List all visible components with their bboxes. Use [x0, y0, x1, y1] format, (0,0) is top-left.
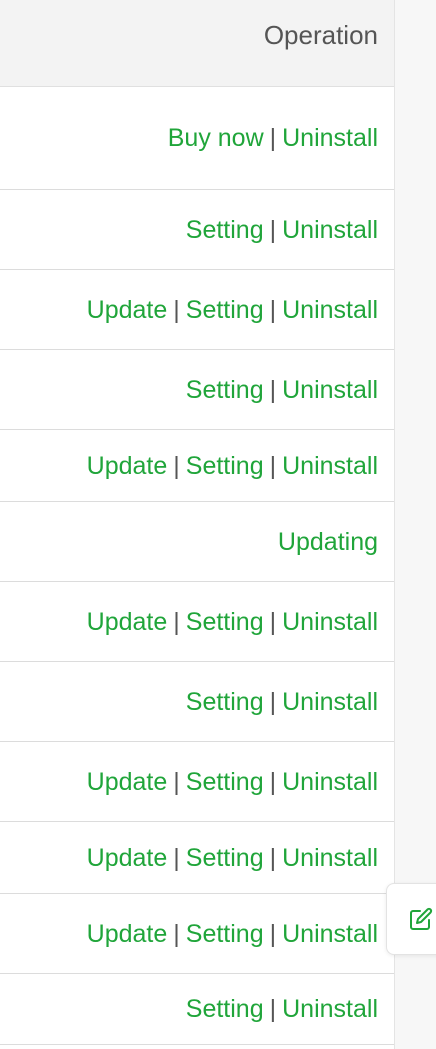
row-operations: Setting | Uninstall	[186, 214, 378, 246]
table-row: Update | Setting | Uninstall	[0, 822, 394, 894]
row-operations: Update | Setting | Uninstall	[87, 450, 378, 482]
uninstall-link[interactable]: Uninstall	[282, 995, 378, 1023]
action-separator: |	[269, 215, 277, 244]
uninstall-link[interactable]: Uninstall	[282, 296, 378, 324]
row-operations: Setting | Uninstall	[186, 993, 378, 1025]
action-separator: |	[173, 767, 180, 796]
action-separator: |	[269, 767, 277, 796]
update-link[interactable]: Update	[87, 844, 168, 872]
setting-link[interactable]: Setting	[186, 768, 264, 796]
action-separator: |	[269, 687, 277, 716]
table-row: Setting | Uninstall	[0, 662, 394, 742]
action-separator: |	[173, 607, 180, 636]
updating-link[interactable]: Updating	[278, 528, 378, 556]
operation-column-header: Operation	[263, 20, 378, 50]
setting-link[interactable]: Setting	[186, 216, 264, 244]
uninstall-link[interactable]: Uninstall	[282, 920, 378, 948]
update-link[interactable]: Update	[87, 608, 168, 636]
uninstall-link[interactable]: Uninstall	[282, 376, 378, 404]
table-row: Buy now | Uninstall	[0, 86, 394, 190]
row-operations: Buy now | Uninstall	[168, 122, 378, 154]
action-separator: |	[269, 123, 277, 152]
plugin-table: Operation Buy now | Uninstall Setting | Unins…	[0, 0, 395, 1049]
setting-link[interactable]: Setting	[186, 296, 264, 324]
update-link[interactable]: Update	[87, 768, 168, 796]
row-operations: Updating	[278, 526, 378, 558]
table-row: Setting | Uninstall	[0, 350, 394, 430]
action-separator: |	[269, 919, 277, 948]
setting-link[interactable]: Setting	[186, 376, 264, 404]
action-separator: |	[269, 843, 277, 872]
action-separator: |	[173, 919, 180, 948]
row-operations: Setting | Uninstall	[186, 374, 378, 406]
update-link[interactable]: Update	[87, 920, 168, 948]
setting-link[interactable]: Setting	[186, 844, 264, 872]
table-row: Update | Setting | Uninstall	[0, 742, 394, 822]
row-operations: Update | Setting | Uninstall	[87, 842, 378, 874]
row-operations: Update | Setting | Uninstall	[87, 766, 378, 798]
setting-link[interactable]: Setting	[186, 452, 264, 480]
setting-link[interactable]: Setting	[186, 608, 264, 636]
table-row: Updating	[0, 502, 394, 582]
setting-link[interactable]: Setting	[186, 995, 264, 1023]
update-link[interactable]: Update	[87, 296, 168, 324]
uninstall-link[interactable]: Uninstall	[282, 124, 378, 152]
action-separator: |	[269, 607, 277, 636]
table-row: Update | Setting | Uninstall	[0, 582, 394, 662]
action-separator: |	[173, 843, 180, 872]
uninstall-link[interactable]: Uninstall	[282, 844, 378, 872]
action-separator: |	[269, 995, 277, 1023]
floating-edit-button[interactable]	[386, 883, 436, 955]
table-row: Update | Setting | Uninstall	[0, 270, 394, 350]
table-row: Setting | Uninstall	[0, 190, 394, 270]
edit-icon	[410, 907, 433, 930]
uninstall-link[interactable]: Uninstall	[282, 768, 378, 796]
setting-link[interactable]: Setting	[186, 920, 264, 948]
uninstall-link[interactable]: Uninstall	[282, 608, 378, 636]
uninstall-link[interactable]: Uninstall	[282, 452, 378, 480]
action-separator: |	[173, 295, 180, 324]
uninstall-link[interactable]: Uninstall	[282, 688, 378, 716]
action-separator: |	[269, 375, 277, 404]
row-operations: Update | Setting | Uninstall	[87, 918, 378, 950]
table-row: Update | Setting | Uninstall	[0, 430, 394, 502]
row-operations: Update | Setting | Uninstall	[87, 606, 378, 638]
update-link[interactable]: Update	[87, 452, 168, 480]
action-separator: |	[173, 451, 180, 480]
table-row: Update | Setting | Uninstall	[0, 894, 394, 974]
table-header: Operation	[0, 0, 394, 87]
setting-link[interactable]: Setting	[186, 688, 264, 716]
table-row: Setting | Uninstall	[0, 974, 394, 1045]
action-separator: |	[269, 295, 277, 324]
row-operations: Setting | Uninstall	[186, 686, 378, 718]
uninstall-link[interactable]: Uninstall	[282, 216, 378, 244]
row-operations: Update | Setting | Uninstall	[87, 294, 378, 326]
action-separator: |	[269, 451, 277, 480]
buy-now-link[interactable]: Buy now	[168, 124, 264, 152]
